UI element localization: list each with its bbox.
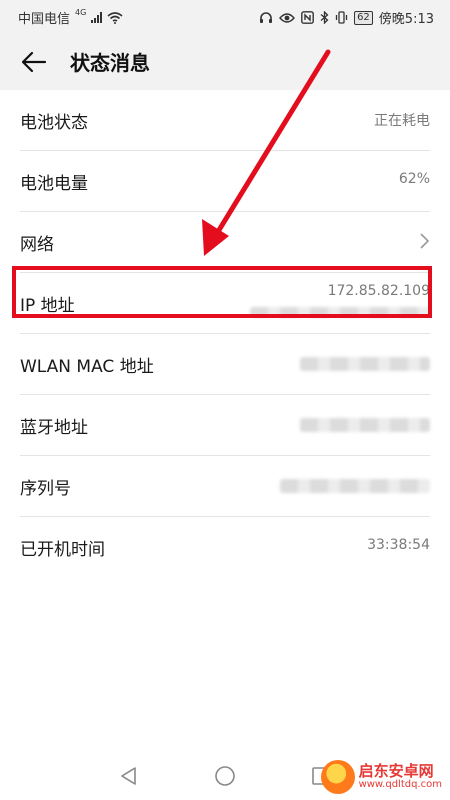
back-triangle-icon[interactable]	[117, 764, 141, 788]
row-label: 序列号	[20, 479, 71, 499]
row-wlan-mac: WLAN MAC 地址	[20, 334, 430, 395]
watermark-logo-icon	[320, 760, 355, 794]
row-network[interactable]: 网络	[20, 212, 430, 273]
clock: 傍晚5:13	[378, 12, 434, 27]
app-bar: 状态消息	[0, 32, 450, 90]
row-serial: 序列号	[20, 456, 430, 517]
status-list: 电池状态 正在耗电 电池电量 62% 网络 IP 地址 172.85.82.10…	[0, 90, 450, 577]
row-label: 电池电量	[20, 174, 88, 194]
home-circle-icon[interactable]	[213, 764, 237, 788]
battery-icon: 62	[354, 10, 373, 25]
row-label: 电池状态	[20, 113, 88, 133]
eye-icon	[279, 12, 295, 23]
blurred-value	[300, 357, 430, 371]
row-label: WLAN MAC 地址	[20, 357, 154, 377]
chevron-right-icon	[420, 233, 430, 249]
bluetooth-icon	[320, 11, 329, 24]
watermark-url: www.qdltdq.com	[358, 778, 442, 790]
row-label: 已开机时间	[20, 540, 105, 560]
highlight-box	[12, 266, 432, 318]
carrier-name: 中国电信	[18, 12, 71, 27]
row-value: 正在耗电	[374, 113, 430, 129]
vibrate-icon	[335, 11, 348, 24]
nfc-icon	[301, 11, 314, 24]
row-value: 62%	[398, 171, 430, 187]
row-label: 网络	[20, 235, 54, 255]
blurred-value	[280, 479, 430, 493]
network-type: 4G	[75, 8, 87, 17]
row-value: 33:38:54	[367, 537, 430, 553]
row-battery-status: 电池状态 正在耗电	[20, 90, 430, 151]
watermark-name: 启东安卓网	[358, 761, 434, 780]
watermark: 启东安卓网 www.qdltdq.com	[320, 760, 442, 794]
row-uptime: 已开机时间 33:38:54	[20, 517, 430, 577]
page-title: 状态消息	[70, 51, 150, 75]
row-battery-level: 电池电量 62%	[20, 151, 430, 212]
wifi-icon	[107, 11, 123, 24]
back-arrow-icon[interactable]	[20, 48, 48, 76]
blurred-value	[300, 418, 430, 432]
row-bluetooth: 蓝牙地址	[20, 395, 430, 456]
status-bar: 中国电信 4G 62 傍晚5:13	[0, 0, 450, 32]
headphones-icon	[260, 12, 273, 23]
signal-icon	[91, 12, 103, 23]
row-label: 蓝牙地址	[20, 418, 88, 438]
